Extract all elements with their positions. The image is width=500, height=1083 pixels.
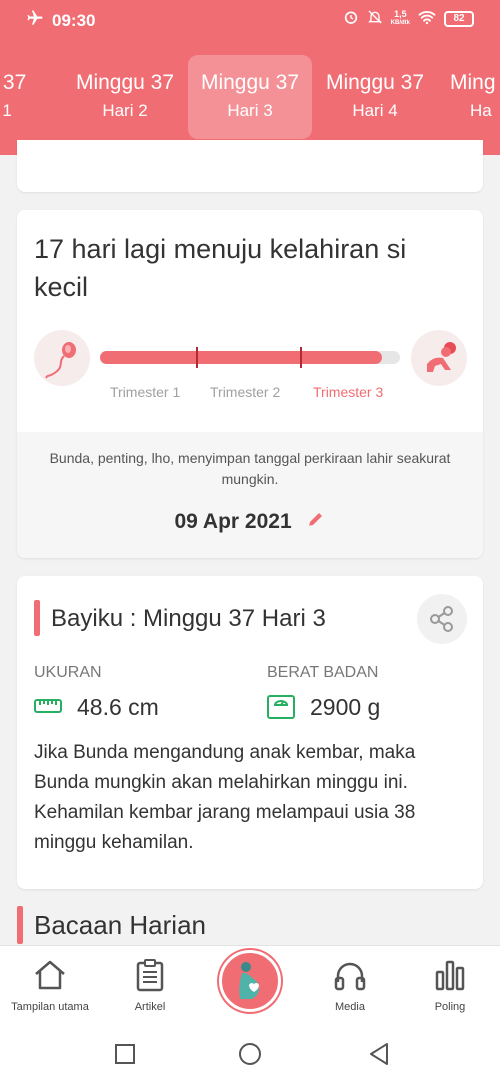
due-date-section: Bunda, penting, lho, menyimpan tanggal p… xyxy=(17,432,483,558)
due-date-note: Bunda, penting, lho, menyimpan tanggal p… xyxy=(49,450,451,487)
nav-media[interactable]: Media xyxy=(300,946,400,1024)
recent-apps-button[interactable] xyxy=(115,1044,135,1069)
wifi-icon xyxy=(418,9,436,28)
status-time: 09:30 xyxy=(52,10,96,30)
due-date-value: 09 Apr 2021 xyxy=(174,510,292,533)
size-label: UKURAN xyxy=(34,664,102,681)
due-date-row[interactable]: 09 Apr 2021 xyxy=(17,510,483,534)
share-button[interactable] xyxy=(417,594,467,644)
edit-pencil-icon[interactable] xyxy=(307,510,325,534)
back-button[interactable] xyxy=(368,1042,390,1071)
alarm-icon xyxy=(343,9,359,28)
system-navigation-bar xyxy=(0,1023,500,1083)
status-bar: 09:30 1,5 KB/dtk 82 xyxy=(0,0,500,40)
section-accent-bar xyxy=(17,906,23,944)
pregnancy-center-button[interactable] xyxy=(219,950,281,1012)
nav-home[interactable]: Tampilan utama xyxy=(0,946,100,1024)
battery-indicator: 82 xyxy=(444,10,474,27)
week-tab[interactable]: Ming Ha xyxy=(438,55,500,139)
share-icon xyxy=(430,606,453,632)
weight-label: BERAT BADAN xyxy=(267,664,379,681)
trimester-2-label: Trimester 2 xyxy=(210,384,281,400)
mute-icon xyxy=(367,9,383,28)
app-header: 09:30 1,5 KB/dtk 82 gu 37ri 1 Minggu 37H… xyxy=(0,0,500,155)
previous-card xyxy=(17,140,483,192)
airplane-mode-icon xyxy=(26,9,44,32)
baby-description: Jika Bunda mengandung anak kembar, maka … xyxy=(34,742,416,853)
bar-chart-icon xyxy=(435,960,465,991)
network-speed: 1,5 KB/dtk xyxy=(390,8,410,26)
countdown-card: 17 hari lagi menuju kelahiran si kecil T… xyxy=(17,210,483,558)
nav-articles[interactable]: Artikel xyxy=(100,946,200,1024)
baby-info-card: Bayiku : Minggu 37 Hari 3 UKURAN 48.6 cm… xyxy=(17,576,483,889)
pregnancy-progress-bar xyxy=(100,347,400,368)
nav-poll[interactable]: Poling xyxy=(400,946,500,1024)
week-tab-active[interactable]: Minggu 37 Hari 3 xyxy=(188,55,312,139)
week-day-selector[interactable]: gu 37ri 1 Minggu 37Hari 2 Minggu 37Hari … xyxy=(0,55,500,139)
baby-card-title: Bayiku : Minggu 37 Hari 3 xyxy=(51,605,326,632)
baby-crawling-icon xyxy=(411,330,467,386)
weight-value: 2900 g xyxy=(310,694,381,720)
section-accent-bar xyxy=(34,600,40,636)
week-tab[interactable]: gu 37ri 1 xyxy=(0,55,62,139)
trimester-3-label: Trimester 3 xyxy=(313,384,384,400)
home-icon xyxy=(35,960,65,990)
week-tab[interactable]: Minggu 37 Hari 4 xyxy=(313,55,437,139)
article-clipboard-icon xyxy=(136,959,164,992)
progress-fill xyxy=(100,351,382,364)
ruler-icon xyxy=(34,697,62,720)
home-button[interactable] xyxy=(238,1042,262,1071)
scale-icon xyxy=(267,695,295,724)
week-tab[interactable]: Minggu 37 Hari 2 xyxy=(63,55,187,139)
trimester-divider xyxy=(300,347,302,368)
countdown-title: 17 hari lagi menuju kelahiran si kecil xyxy=(34,234,407,302)
headphones-icon xyxy=(334,962,366,991)
size-value: 48.6 cm xyxy=(77,694,159,720)
trimester-divider xyxy=(196,347,198,368)
daily-reading-title: Bacaan Harian xyxy=(34,910,206,940)
trimester-1-label: Trimester 1 xyxy=(110,384,181,400)
sperm-icon xyxy=(34,330,90,386)
pregnant-mother-icon xyxy=(239,962,260,999)
